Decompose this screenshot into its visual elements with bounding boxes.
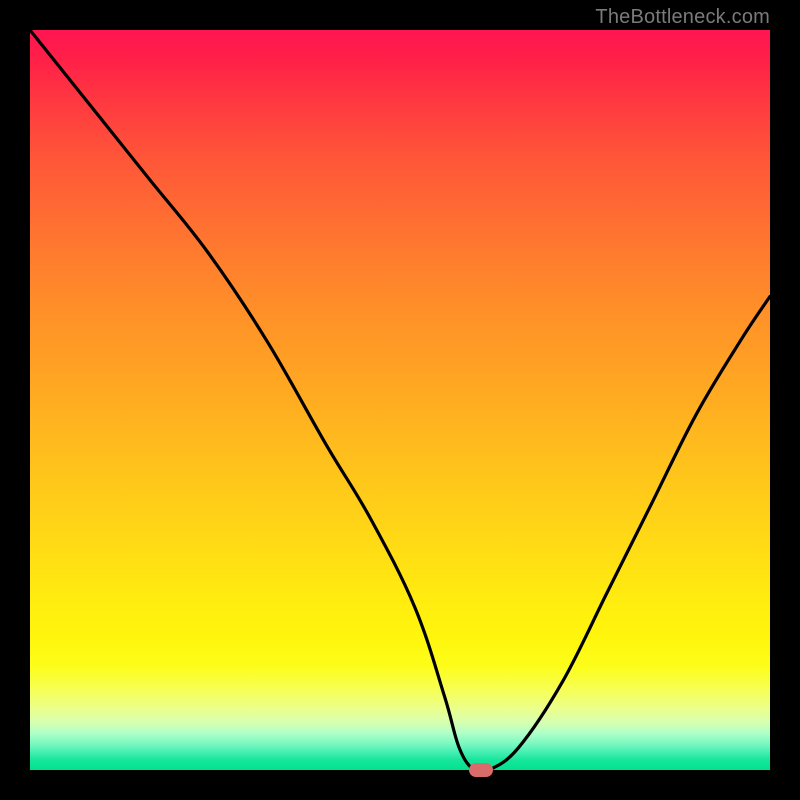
bottleneck-curve bbox=[30, 30, 770, 773]
plot-area bbox=[30, 30, 770, 770]
curve-svg bbox=[30, 30, 770, 770]
chart-frame: TheBottleneck.com bbox=[0, 0, 800, 800]
optimal-point-marker bbox=[469, 763, 493, 777]
watermark-text: TheBottleneck.com bbox=[595, 6, 770, 29]
